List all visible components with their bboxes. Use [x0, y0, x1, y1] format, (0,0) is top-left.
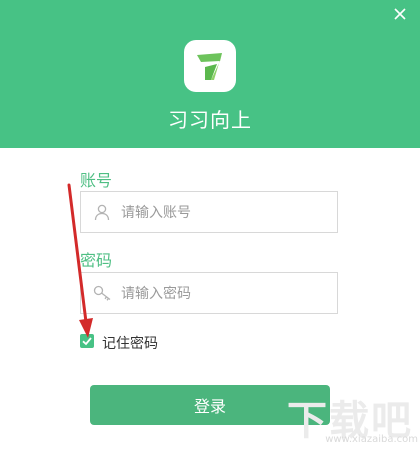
- close-icon[interactable]: [392, 6, 408, 22]
- checkmark-icon: [82, 337, 92, 346]
- login-button[interactable]: 登录: [90, 385, 330, 425]
- app-logo: [184, 40, 236, 92]
- account-field[interactable]: [80, 191, 338, 234]
- user-icon: [94, 204, 110, 221]
- account-input[interactable]: [119, 192, 333, 234]
- password-field[interactable]: [80, 272, 338, 315]
- account-label: 账号: [80, 171, 113, 190]
- remember-label: 记住密码: [102, 336, 158, 352]
- watermark-url: www.xiazaiba.com: [325, 434, 418, 445]
- header-banner: 习习向上: [0, 0, 420, 148]
- app-name: 习习向上: [168, 108, 252, 132]
- remember-checkbox[interactable]: [80, 334, 94, 348]
- password-label: 密码: [80, 251, 113, 270]
- password-input[interactable]: [119, 273, 333, 315]
- key-icon: [93, 285, 111, 301]
